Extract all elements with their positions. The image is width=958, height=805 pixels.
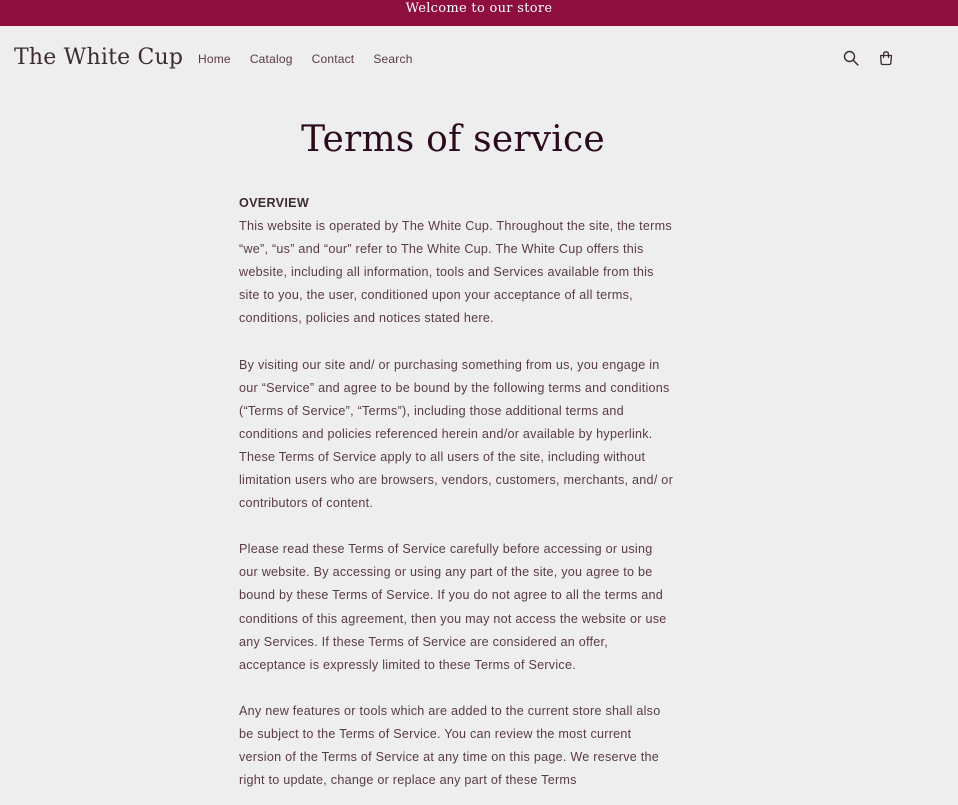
nav-contact[interactable]: Contact xyxy=(312,52,355,66)
nav-search[interactable]: Search xyxy=(373,52,412,66)
cart-icon xyxy=(879,51,893,66)
store-logo[interactable]: The White Cup xyxy=(14,45,183,70)
paragraph: OVERVIEW This website is operated by The… xyxy=(239,192,675,331)
paragraph: Any new features or tools which are adde… xyxy=(239,703,661,788)
section-heading: OVERVIEW xyxy=(239,196,310,210)
search-icon xyxy=(843,50,859,66)
paragraph-text: This website is operated by The White Cu… xyxy=(239,219,672,326)
page-title: Terms of service xyxy=(301,119,605,160)
site-header: The White Cup Home Catalog Contact Searc… xyxy=(0,26,958,92)
nav-catalog[interactable]: Catalog xyxy=(250,52,293,66)
paragraph: By visiting our site and/ or purchasing … xyxy=(239,357,674,511)
announcement-bar: Welcome to our store xyxy=(0,0,958,26)
search-button[interactable] xyxy=(840,47,862,69)
terms-content: OVERVIEW This website is operated by The… xyxy=(239,192,675,805)
nav-home[interactable]: Home xyxy=(198,52,231,66)
main-nav: Home Catalog Contact Search xyxy=(198,52,432,66)
paragraph: Please read these Terms of Service caref… xyxy=(239,542,667,672)
cart-button[interactable] xyxy=(875,47,897,69)
announcement-text: Welcome to our store xyxy=(405,1,553,16)
